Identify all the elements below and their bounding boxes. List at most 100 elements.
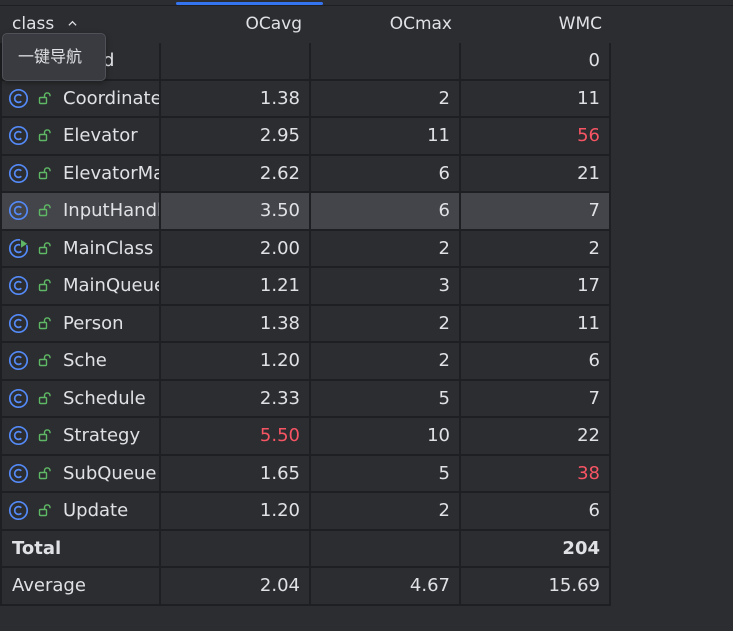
wmc-cell: 11 <box>461 305 611 343</box>
class-icon <box>8 313 29 333</box>
class-name-cell: Sche <box>0 343 161 381</box>
table-row[interactable]: InputHandl 3.50 6 7 <box>0 193 612 231</box>
table-row[interactable]: Update 1.20 2 6 <box>0 493 612 531</box>
wmc-cell: 17 <box>461 268 611 306</box>
total-row[interactable]: Total 204 <box>0 530 612 568</box>
ocmax-cell: 2 <box>311 343 461 381</box>
class-name: SubQueue <box>63 462 157 484</box>
table-row[interactable]: MainClass 2.00 2 2 <box>0 230 612 268</box>
average-ocmax-cell: 4.67 <box>311 568 461 606</box>
package-private-lock-icon <box>38 166 51 179</box>
class-name: Elevator <box>63 125 138 146</box>
class-name-cell: InputHandl <box>0 193 161 231</box>
class-name: Sche <box>63 350 107 371</box>
package-private-lock-icon <box>38 466 51 479</box>
wmc-cell: 2 <box>461 230 611 268</box>
wmc-cell: 11 <box>461 80 611 118</box>
ocavg-cell: 2.33 <box>161 380 311 418</box>
class-icon <box>8 388 29 408</box>
class-icon <box>8 125 29 146</box>
class-name-cell: Coordinate <box>0 80 161 118</box>
average-ocavg-cell: 2.04 <box>161 568 311 606</box>
ocmax-cell: 11 <box>311 118 461 156</box>
average-wmc-cell: 15.69 <box>461 568 611 606</box>
class-name-cell: Elevator <box>0 118 161 156</box>
navigation-tooltip: 一键导航 <box>2 33 106 81</box>
ocmax-cell: 2 <box>311 230 461 268</box>
class-icon <box>8 200 29 221</box>
class-name: Strategy <box>63 425 141 446</box>
ocavg-cell: 1.21 <box>161 268 311 306</box>
class-name-cell: Schedule <box>0 380 161 418</box>
package-private-lock-icon <box>38 429 51 442</box>
class-name-cell: Update <box>0 493 161 531</box>
ocmax-cell <box>311 43 461 81</box>
average-label-cell: Average <box>0 568 161 606</box>
ocavg-cell: 5.50 <box>161 418 311 456</box>
ocmax-cell: 2 <box>311 80 461 118</box>
package-private-lock-icon <box>38 129 51 142</box>
ocavg-cell: 1.38 <box>161 80 311 118</box>
class-name: MainQueue <box>63 275 161 296</box>
ocavg-cell: 2.62 <box>161 155 311 193</box>
metrics-table: mand0Coordinate1.38211Elevator2.951156El… <box>0 43 612 606</box>
ocavg-cell: 3.50 <box>161 193 311 231</box>
ocavg-cell: 1.38 <box>161 305 311 343</box>
package-private-lock-icon <box>38 504 51 517</box>
ocmax-cell: 10 <box>311 418 461 456</box>
column-header-class-label: class <box>12 14 55 34</box>
table-row[interactable]: Person 1.38 2 11 <box>0 305 612 343</box>
ocmax-cell: 3 <box>311 268 461 306</box>
ocavg-cell <box>161 43 311 81</box>
class-name-cell: ElevatorMa <box>0 155 161 193</box>
class-name: Person <box>63 312 124 334</box>
package-private-lock-icon <box>38 279 51 292</box>
table-row[interactable]: MainQueue 1.21 3 17 <box>0 268 612 306</box>
class-icon <box>8 350 29 371</box>
ocavg-cell: 2.00 <box>161 230 311 268</box>
class-icon <box>8 425 29 446</box>
ocavg-cell: 1.65 <box>161 455 311 493</box>
total-label-cell: Total <box>0 530 161 568</box>
class-name: ElevatorMa <box>63 162 161 184</box>
active-tab-indicator[interactable] <box>176 2 323 5</box>
ocmax-cell: 5 <box>311 455 461 493</box>
wmc-cell: 21 <box>461 155 611 193</box>
wmc-cell: 56 <box>461 118 611 156</box>
ocmax-cell: 2 <box>311 305 461 343</box>
wmc-cell: 22 <box>461 418 611 456</box>
sort-ascending-icon[interactable] <box>68 19 77 28</box>
wmc-cell: 6 <box>461 493 611 531</box>
wmc-cell: 6 <box>461 343 611 381</box>
class-icon <box>8 463 29 483</box>
table-row[interactable]: Coordinate 1.38 2 11 <box>0 80 612 118</box>
package-private-lock-icon <box>38 91 51 104</box>
ocavg-cell: 1.20 <box>161 493 311 531</box>
package-private-lock-icon <box>38 204 51 217</box>
table-row[interactable]: ElevatorMa 2.62 6 21 <box>0 155 612 193</box>
column-header-wmc[interactable]: WMC <box>461 6 611 43</box>
table-row[interactable]: Sche 1.20 2 6 <box>0 343 612 381</box>
class-icon <box>8 275 29 296</box>
average-row[interactable]: Average 2.04 4.67 15.69 <box>0 568 612 606</box>
class-name-cell: MainClass <box>0 230 161 268</box>
total-wmc-cell: 204 <box>461 530 611 568</box>
ocmax-cell: 5 <box>311 380 461 418</box>
total-ocmax-cell <box>311 530 461 568</box>
table-row[interactable]: Elevator 2.95 11 56 <box>0 118 612 156</box>
class-name: Update <box>63 500 129 521</box>
class-name: Coordinate <box>63 87 161 109</box>
class-name-cell: Person <box>0 305 161 343</box>
wmc-cell: 0 <box>461 43 611 81</box>
table-row[interactable]: Strategy 5.50 10 22 <box>0 418 612 456</box>
column-header-ocmax[interactable]: OCmax <box>311 6 461 43</box>
class-name: MainClass <box>63 237 154 259</box>
table-row[interactable]: Schedule 2.33 5 7 <box>0 380 612 418</box>
column-header-ocavg[interactable]: OCavg <box>161 6 311 43</box>
ocmax-cell: 6 <box>311 155 461 193</box>
class-name-cell: MainQueue <box>0 268 161 306</box>
table-row[interactable]: SubQueue 1.65 5 38 <box>0 455 612 493</box>
class-name-cell: Strategy <box>0 418 161 456</box>
wmc-cell: 38 <box>461 455 611 493</box>
class-icon <box>8 88 29 108</box>
